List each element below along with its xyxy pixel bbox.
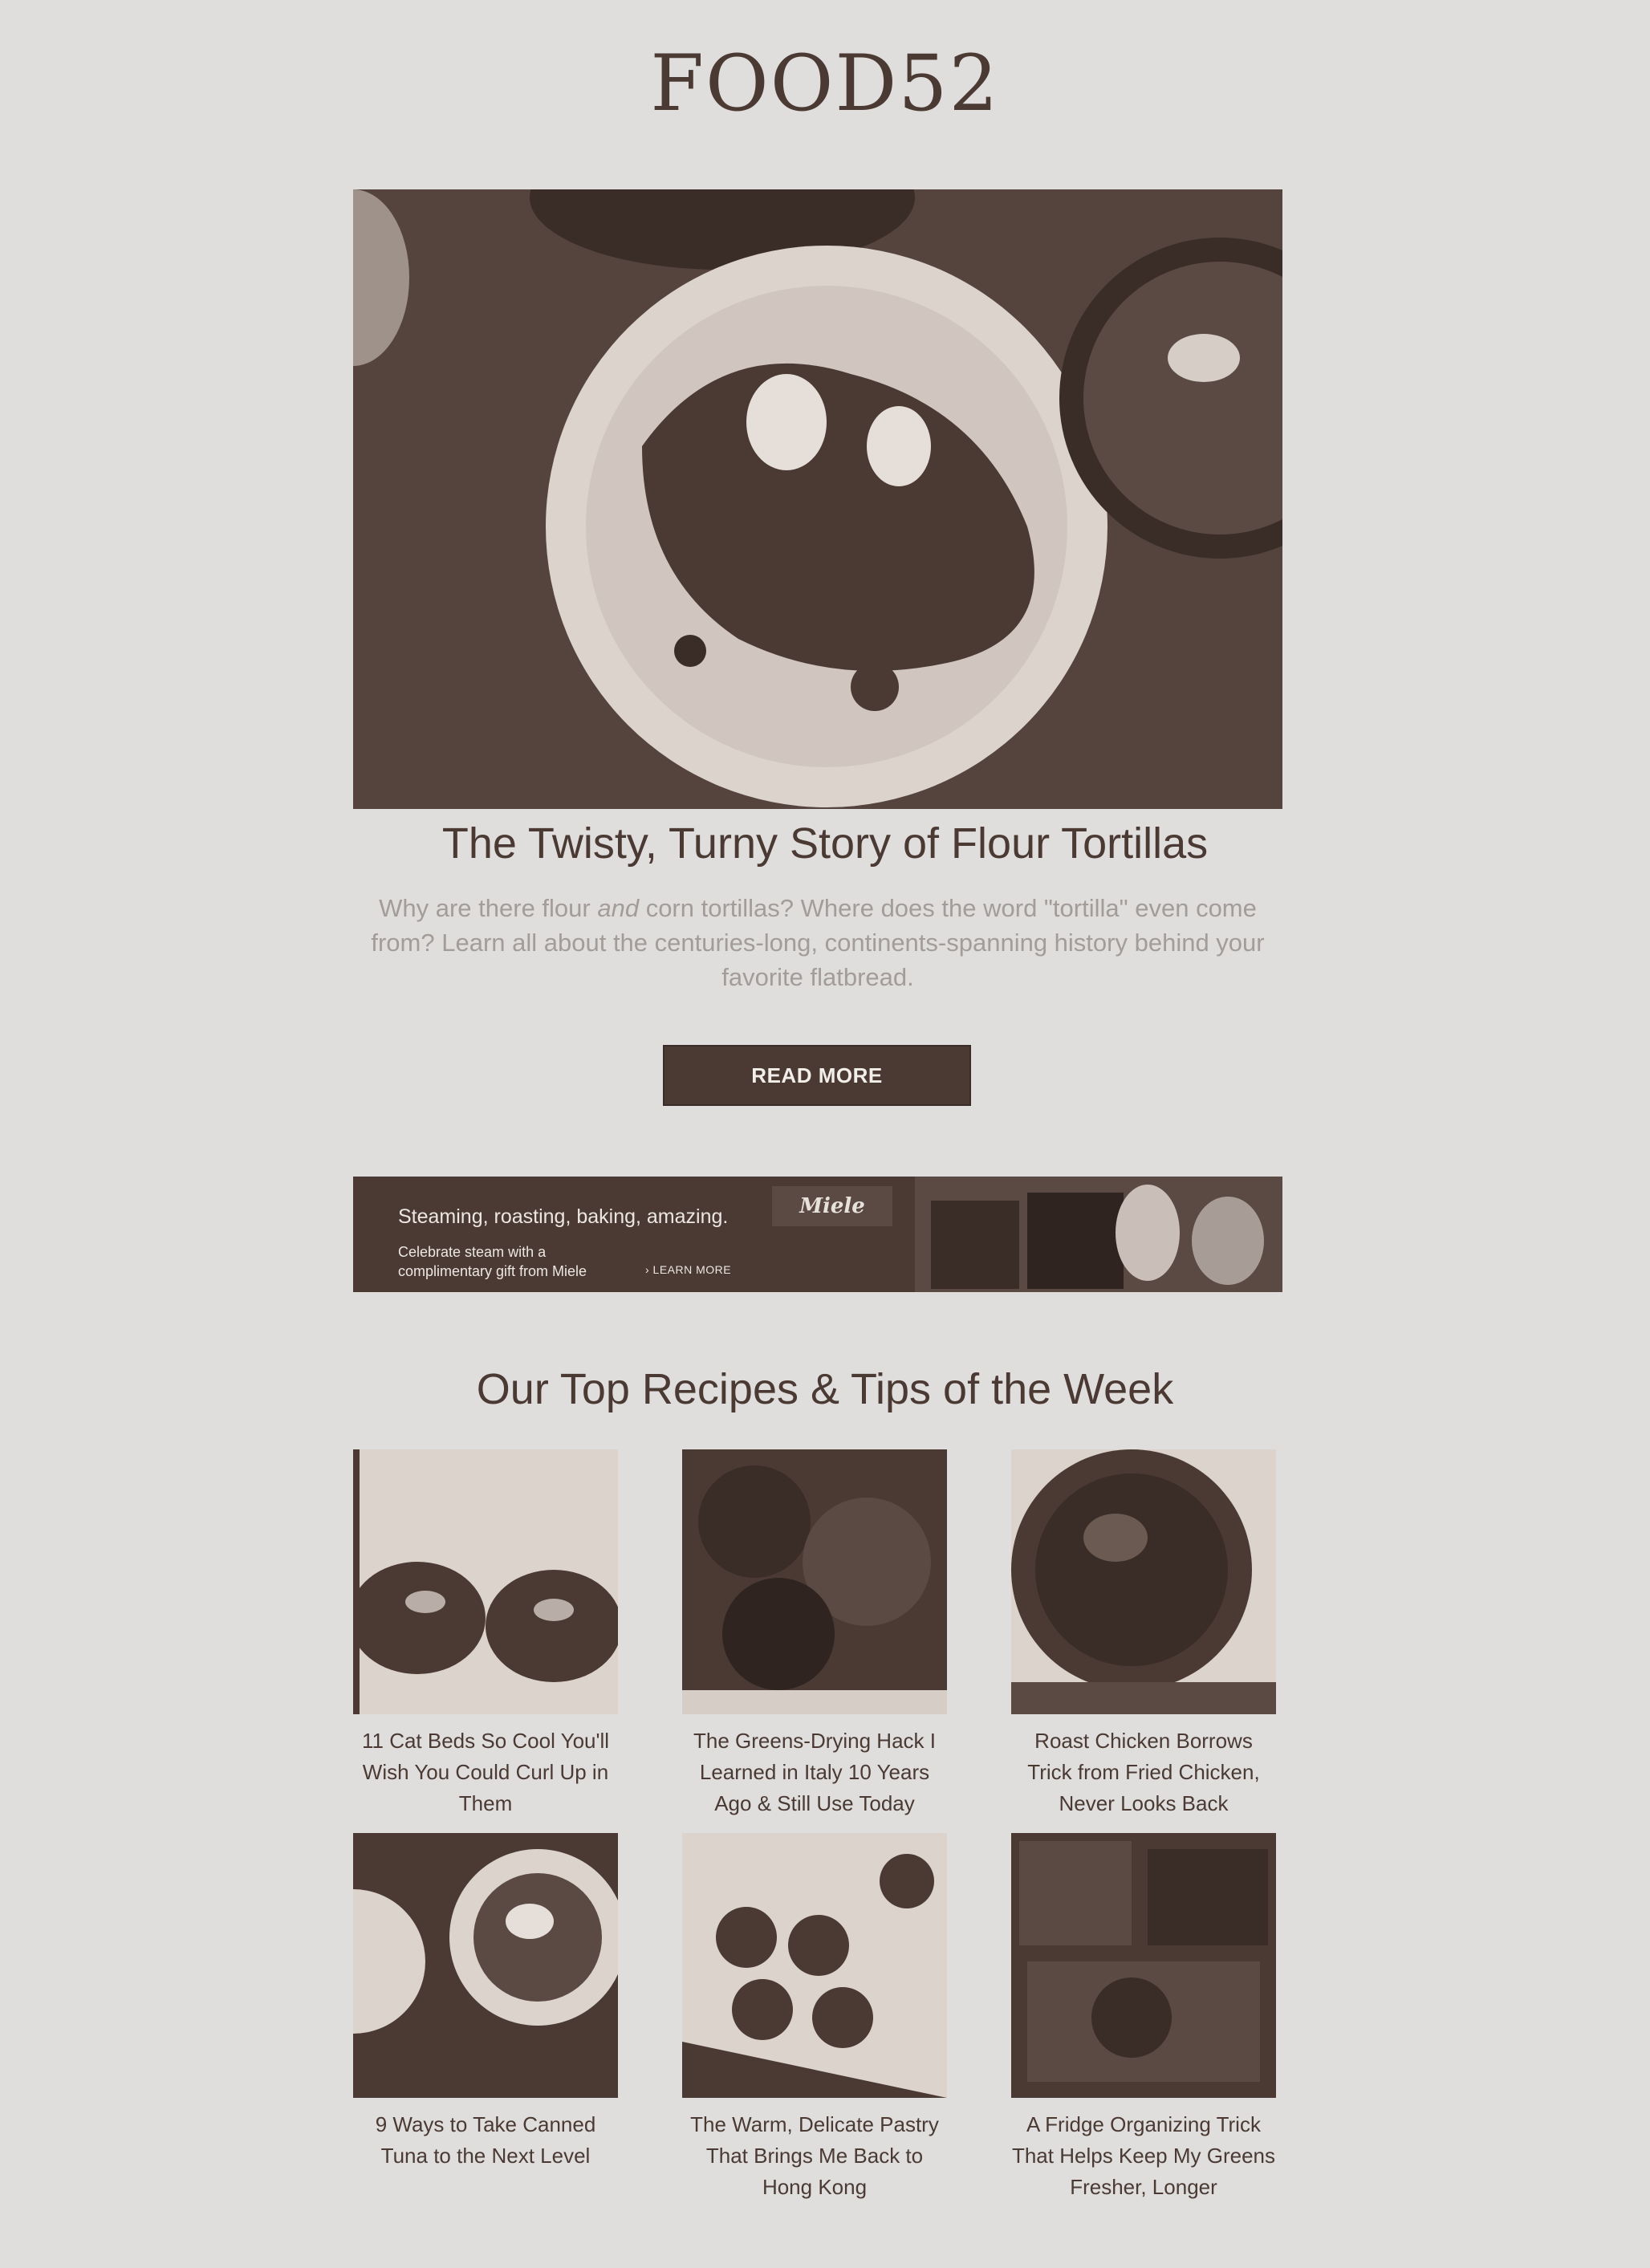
recipe-card-image[interactable] [682,1833,947,2098]
recipe-card-image[interactable] [353,1833,618,2098]
recipe-card[interactable]: The Greens-Drying Hack I Learned in Ital… [682,1449,947,1819]
food52-logo[interactable]: FOOD52 [0,39,1650,128]
recipe-card-image[interactable] [1011,1833,1276,2098]
top-recipes-section-title: Our Top Recipes & Tips of the Week [476,1365,1174,1413]
ad-subtext: Celebrate steam with a complimentary gif… [398,1244,587,1279]
ad-photo [915,1177,1282,1292]
recipe-card-title[interactable]: 11 Cat Beds So Cool You'll Wish You Coul… [353,1725,618,1819]
recipe-card-image[interactable] [682,1449,947,1714]
recipe-card[interactable]: A Fridge Organizing Trick That Helps Kee… [1011,1833,1276,2203]
hero-desc-emphasis: and [597,894,640,922]
ad-learn-more-link[interactable]: › LEARN MORE [645,1263,731,1276]
recipe-card-title[interactable]: The Warm, Delicate Pastry That Brings Me… [682,2109,947,2203]
recipe-card[interactable]: The Warm, Delicate Pastry That Brings Me… [682,1833,947,2203]
hero-image[interactable] [353,189,1282,809]
hero-title[interactable]: The Twisty, Turny Story of Flour Tortill… [0,819,1650,868]
read-more-button[interactable]: READ MORE [663,1045,971,1106]
recipe-card-title[interactable]: Roast Chicken Borrows Trick from Fried C… [1011,1725,1276,1819]
recipe-card[interactable]: 11 Cat Beds So Cool You'll Wish You Coul… [353,1449,618,1819]
recipe-card-title[interactable]: A Fridge Organizing Trick That Helps Kee… [1011,2109,1276,2203]
miele-logo: Miele [772,1186,892,1226]
hero-description: Why are there flour and corn tortillas? … [353,891,1282,994]
recipe-card[interactable]: 9 Ways to Take Canned Tuna to the Next L… [353,1833,618,2172]
recipe-card-image[interactable] [1011,1449,1276,1714]
recipe-card-title[interactable]: 9 Ways to Take Canned Tuna to the Next L… [353,2109,618,2172]
ad-headline: Steaming, roasting, baking, amazing. [398,1205,729,1228]
recipe-card[interactable]: Roast Chicken Borrows Trick from Fried C… [1011,1449,1276,1819]
hero-desc-part-1: Why are there flour [379,894,598,922]
recipe-card-image[interactable] [353,1449,618,1714]
recipe-card-title[interactable]: The Greens-Drying Hack I Learned in Ital… [682,1725,947,1819]
miele-ad-banner[interactable]: Steaming, roasting, baking, amazing. Cel… [353,1177,1282,1292]
